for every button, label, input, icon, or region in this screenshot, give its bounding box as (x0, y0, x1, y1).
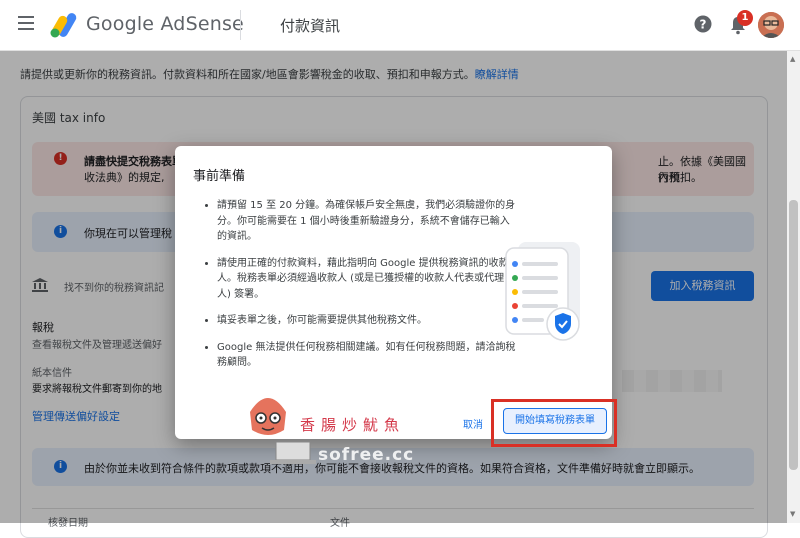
notification-badge: 1 (737, 10, 753, 26)
scroll-up-icon[interactable]: ▲ (790, 55, 795, 63)
scrollbar-thumb[interactable] (789, 200, 798, 470)
help-icon[interactable]: ? (694, 15, 712, 33)
brand-name: Google AdSense (86, 13, 244, 35)
top-app-bar: Google AdSense 付款資訊 ? 1 (0, 0, 800, 51)
scroll-down-icon[interactable]: ▼ (790, 510, 795, 518)
watermark-url: sofree.cc (318, 445, 415, 465)
adsense-logo-icon (50, 13, 77, 38)
watermark-laptop-icon (270, 441, 316, 464)
avatar[interactable] (758, 12, 784, 38)
header-divider (240, 10, 241, 40)
highlight-box (491, 399, 617, 447)
menu-icon[interactable] (18, 16, 34, 30)
svg-text:?: ? (700, 18, 707, 32)
watermark-text: 香腸炒魷魚 (300, 416, 406, 434)
dialog-bullet: Google 無法提供任何稅務相關建議。如有任何稅務問題，請洽詢稅務顧問。 (205, 340, 517, 371)
dialog-title: 事前準備 (193, 169, 246, 184)
adsense-page: Google AdSense 付款資訊 ? 1 請提供或更新你的稅務資訊。付款資… (0, 0, 800, 538)
watermark-mascot-icon (250, 398, 286, 435)
page-title: 付款資訊 (280, 17, 341, 35)
secure-document-icon (505, 242, 580, 341)
cancel-button[interactable]: 取消 (463, 416, 483, 431)
dialog-bullet: 請使用正確的付款資料，藉此指明向 Google 提供稅務資訊的收款人。稅務表單必… (205, 256, 517, 303)
dialog-bullet: 請預留 15 至 20 分鐘。為確保帳戶安全無虞，我們必須驗證你的身分。你可能需… (205, 198, 517, 245)
dialog-bullet-list: 請預留 15 至 20 分鐘。為確保帳戶安全無虞，我們必須驗證你的身分。你可能需… (203, 198, 517, 382)
dialog-bullet: 填妥表單之後，你可能需要提供其他稅務文件。 (205, 313, 517, 329)
